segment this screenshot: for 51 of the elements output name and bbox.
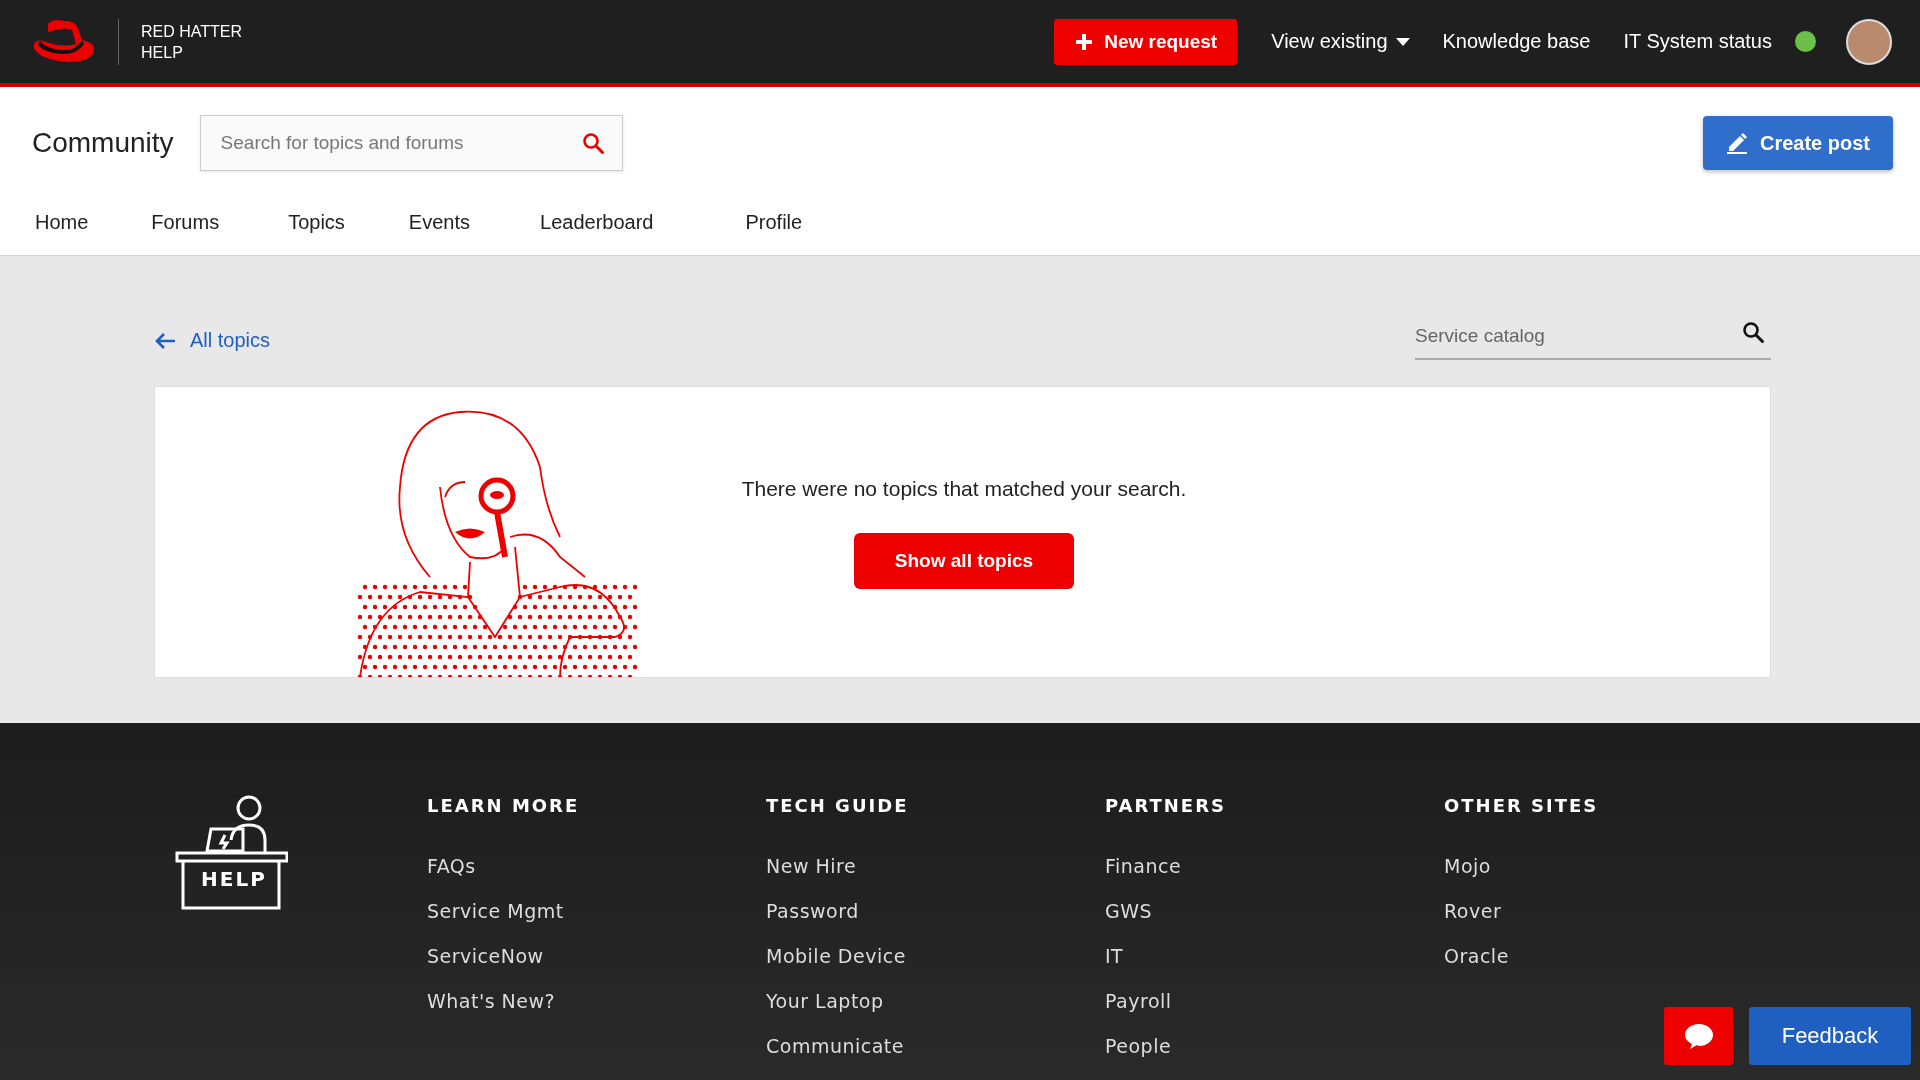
speech-bubble-icon [1682, 1022, 1715, 1050]
footer-link[interactable]: Your Laptop [766, 990, 1105, 1035]
help-desk-icon [175, 795, 288, 911]
all-topics-link[interactable]: All topics [154, 329, 271, 353]
nav-tab[interactable]: Leaderboard [540, 211, 654, 256]
footer-link[interactable]: Finance [1105, 855, 1444, 900]
footer-link[interactable]: IT [1105, 945, 1444, 990]
footer-link[interactable]: New Hire [766, 855, 1105, 900]
system-status-link[interactable]: IT System status [1623, 30, 1772, 54]
topic-search-field[interactable]: Search for topics and forums [199, 115, 623, 172]
footer-link[interactable]: People [1105, 1035, 1444, 1080]
footer-heading: LEARN MORE [427, 795, 581, 816]
service-catalog-search-field[interactable]: Service catalog [1415, 314, 1771, 361]
view-existing-menu[interactable]: View existing [1271, 30, 1410, 54]
footer-link[interactable]: What's New? [427, 990, 766, 1035]
footer-heading: PARTNERS [1105, 795, 1227, 816]
back-arrow-icon [154, 331, 176, 350]
feedback-button[interactable]: Feedback [1749, 1007, 1911, 1065]
footer-link[interactable]: FAQs [427, 855, 766, 900]
nav-tab[interactable]: Profile [745, 211, 803, 256]
nav-tab[interactable]: Forums [151, 211, 220, 256]
footer-heading: OTHER SITES [1444, 795, 1600, 816]
footer-link[interactable]: Mobile Device [766, 945, 1105, 990]
footer-link[interactable]: Service Mgmt [427, 900, 766, 945]
footer-link[interactable]: Communicate [766, 1035, 1105, 1080]
footer-link[interactable]: Rover [1444, 900, 1783, 945]
nav-tab[interactable]: Home [35, 211, 89, 256]
footer-link[interactable]: ServiceNow [427, 945, 766, 990]
nav-tab[interactable]: Topics [288, 211, 345, 256]
footer-link[interactable]: Payroll [1105, 990, 1444, 1035]
footer-link[interactable]: Mojo [1444, 855, 1783, 900]
knowledge-base-link[interactable]: Knowledge base [1442, 30, 1591, 54]
brand-name: HELP [141, 42, 184, 63]
show-all-topics-button[interactable]: Show all topics [854, 533, 1074, 590]
footer-heading: TECH GUIDE [766, 795, 910, 816]
search-icon[interactable] [1741, 320, 1765, 345]
chat-button[interactable] [1664, 1007, 1733, 1065]
caret-icon [1395, 37, 1410, 46]
avatar[interactable] [1846, 18, 1892, 65]
brand-name: RED HATTER [141, 21, 243, 42]
footer-link[interactable]: GWS [1105, 900, 1444, 945]
community-title: Community [32, 127, 174, 160]
footer-link[interactable]: Oracle [1444, 945, 1783, 990]
footer-link[interactable]: Password [766, 900, 1105, 945]
nav-tab[interactable]: Events [408, 211, 470, 256]
create-post-button[interactable]: Create post [1702, 116, 1893, 171]
help-logo-text: HELP [201, 867, 267, 891]
plus-icon [1074, 31, 1095, 52]
pencil-icon [1725, 132, 1748, 155]
new-request-button[interactable]: New request [1054, 18, 1238, 65]
empty-result-message: There were no topics that matched your search. [741, 477, 1187, 502]
